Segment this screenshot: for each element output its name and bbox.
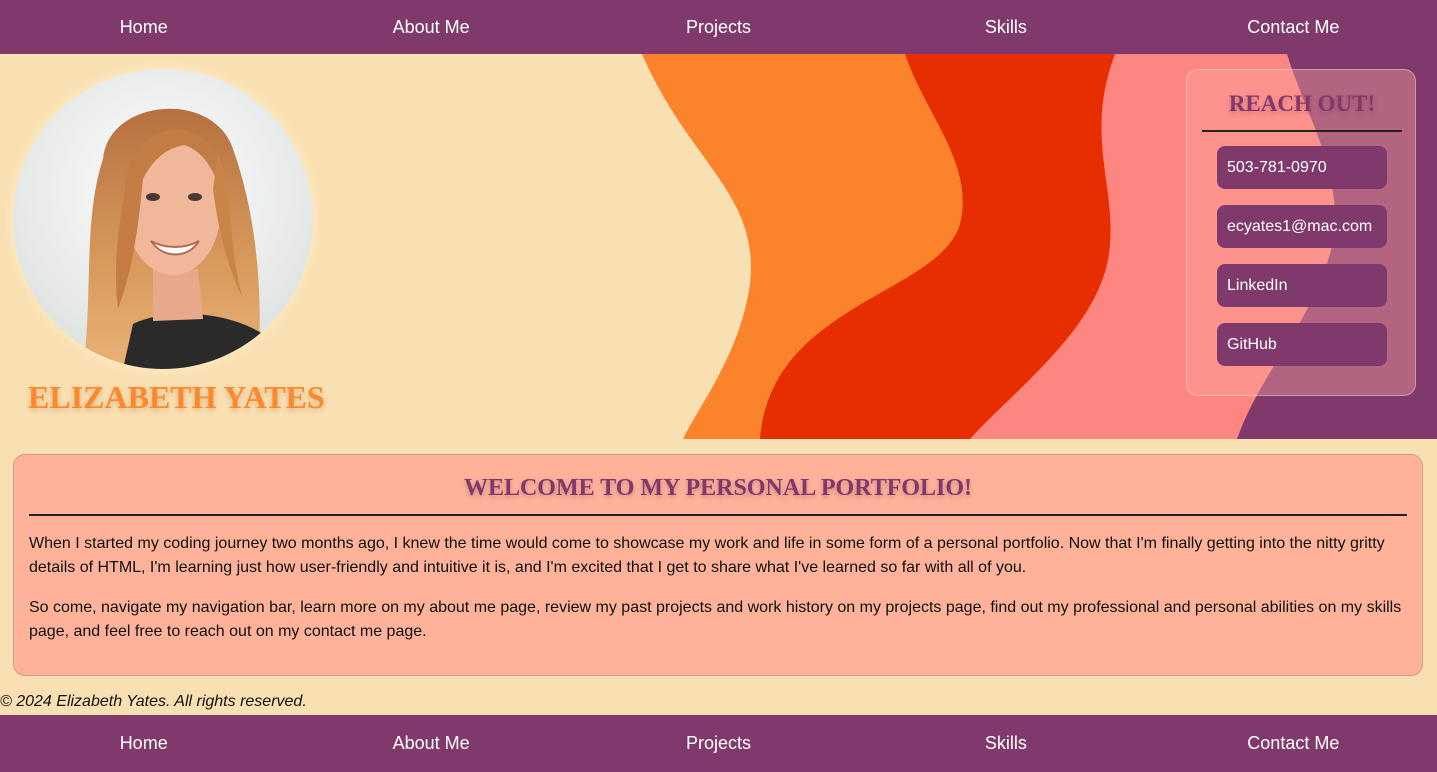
profile-photo xyxy=(13,69,313,369)
footer-nav-projects-link[interactable]: Projects xyxy=(575,733,862,754)
nav-home-link[interactable]: Home xyxy=(0,17,287,38)
bottom-nav: Home About Me Projects Skills Contact Me xyxy=(0,715,1437,772)
reach-out-title: REACH OUT! xyxy=(1228,91,1376,116)
footer-nav-about-link[interactable]: About Me xyxy=(287,733,574,754)
welcome-title: WELCOME TO MY PERSONAL PORTFOLIO! xyxy=(463,475,973,501)
reach-out-card: REACH OUT! 503-781-0970 ecyates1@mac.com… xyxy=(1186,69,1416,396)
hero-banner: ELIZABETH YATES REACH OUT! 503-781-0970 … xyxy=(0,54,1437,439)
welcome-paragraph-1: When I started my coding journey two mon… xyxy=(29,535,1385,576)
welcome-divider xyxy=(29,514,1407,516)
nav-skills-link[interactable]: Skills xyxy=(862,17,1149,38)
welcome-card: WELCOME TO MY PERSONAL PORTFOLIO! When I… xyxy=(13,454,1423,676)
footer-nav-contact-link[interactable]: Contact Me xyxy=(1150,733,1437,754)
github-button[interactable]: GitHub xyxy=(1217,323,1387,366)
footer-nav-skills-link[interactable]: Skills xyxy=(862,733,1149,754)
welcome-paragraph-2: So come, navigate my navigation bar, lea… xyxy=(29,599,1402,640)
email-button[interactable]: ecyates1@mac.com xyxy=(1217,205,1387,248)
hero-name: ELIZABETH YATES xyxy=(28,379,325,415)
portrait-image xyxy=(13,69,313,369)
nav-contact-link[interactable]: Contact Me xyxy=(1150,17,1437,38)
reach-out-divider xyxy=(1202,130,1402,132)
top-nav: Home About Me Projects Skills Contact Me xyxy=(0,0,1437,54)
nav-about-link[interactable]: About Me xyxy=(287,17,574,38)
phone-button[interactable]: 503-781-0970 xyxy=(1217,146,1387,189)
nav-projects-link[interactable]: Projects xyxy=(575,17,862,38)
linkedin-button[interactable]: LinkedIn xyxy=(1217,264,1387,307)
footer-nav-home-link[interactable]: Home xyxy=(0,733,287,754)
copyright-text: © 2024 Elizabeth Yates. All rights reser… xyxy=(0,693,307,710)
